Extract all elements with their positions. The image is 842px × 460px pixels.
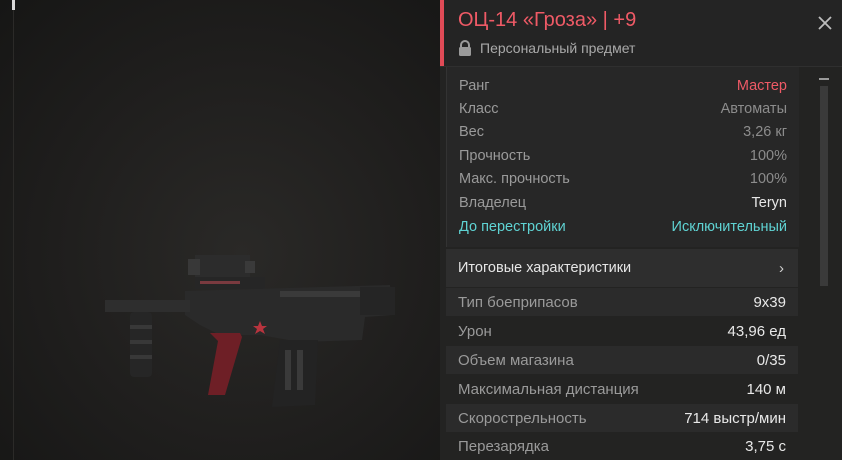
info-value: 3,26 кг (743, 124, 787, 140)
weapon-model-image (105, 255, 395, 407)
info-label: До перестройки (459, 219, 566, 235)
info-value: Исключительный (671, 219, 787, 235)
scrollbar-thumb[interactable] (820, 86, 828, 286)
info-row-class: Класс Автоматы (459, 98, 787, 120)
info-label: Вес (459, 124, 484, 140)
info-label: Владелец (459, 195, 527, 211)
info-value: Teryn (751, 195, 787, 211)
stat-label: Перезарядка (458, 437, 549, 455)
stat-value: 43,96 ед (727, 322, 786, 340)
stat-row-damage: Урон 43,96 ед (446, 317, 798, 345)
item-title: ОЦ-14 «Гроза» | +9 (458, 9, 637, 31)
stat-row-magazine: Объем магазина 0/35 (446, 346, 798, 374)
item-subtitle: Персональный предмет (458, 40, 635, 56)
info-row-max-durability: Макс. прочность 100% (459, 168, 787, 190)
info-row-owner: Владелец Teryn (459, 192, 787, 214)
total-stats-header[interactable]: Итоговые характеристики › (446, 249, 798, 287)
stat-row-reload: Перезарядка 3,75 с (446, 432, 798, 460)
item-details-panel: ОЦ-14 «Гроза» | +9 Персональный предмет … (440, 0, 842, 460)
info-value: 100% (749, 171, 787, 187)
info-value: Мастер (736, 78, 787, 94)
stat-row-range: Максимальная дистанция 140 м (446, 375, 798, 403)
info-label: Прочность (459, 148, 531, 164)
info-block: Ранг Мастер Класс Автоматы Вес 3,26 кг П… (446, 67, 799, 247)
stat-value: 140 м (746, 380, 786, 398)
stat-value: 0/35 (756, 351, 786, 369)
stat-value: 9x39 (753, 293, 786, 311)
stat-value: 714 выстр/мин (684, 409, 786, 427)
scrollbar[interactable] (818, 76, 830, 456)
lock-icon (459, 40, 471, 56)
stat-row-fire-rate: Скорострельность 714 выстр/мин (446, 404, 798, 432)
stat-label: Урон (458, 322, 492, 340)
subtitle-label: Персональный предмет (480, 40, 636, 56)
close-icon[interactable] (816, 14, 834, 32)
info-row-rebuild: До перестройки Исключительный (459, 216, 787, 238)
weapon-preview[interactable] (0, 0, 440, 460)
info-label: Макс. прочность (459, 171, 570, 187)
info-row-rank: Ранг Мастер (459, 75, 787, 97)
edge-marker (12, 0, 15, 10)
divider (13, 0, 14, 460)
scrollbar-cap (819, 78, 829, 80)
info-value: 100% (749, 148, 787, 164)
stat-label: Максимальная дистанция (458, 380, 639, 398)
info-row-weight: Вес 3,26 кг (459, 121, 787, 143)
chevron-right-icon: › (779, 259, 784, 277)
stat-label: Скорострельность (458, 409, 587, 427)
stat-value: 3,75 с (745, 437, 786, 455)
section-label: Итоговые характеристики (458, 260, 632, 276)
stat-row-ammo: Тип боеприпасов 9x39 (446, 288, 798, 316)
stat-label: Объем магазина (458, 351, 574, 369)
info-label: Ранг (459, 78, 490, 94)
stat-label: Тип боеприпасов (458, 293, 578, 311)
info-value: Автоматы (720, 101, 787, 117)
rarity-accent-bar (440, 0, 444, 66)
info-label: Класс (459, 101, 499, 117)
info-row-durability: Прочность 100% (459, 145, 787, 167)
